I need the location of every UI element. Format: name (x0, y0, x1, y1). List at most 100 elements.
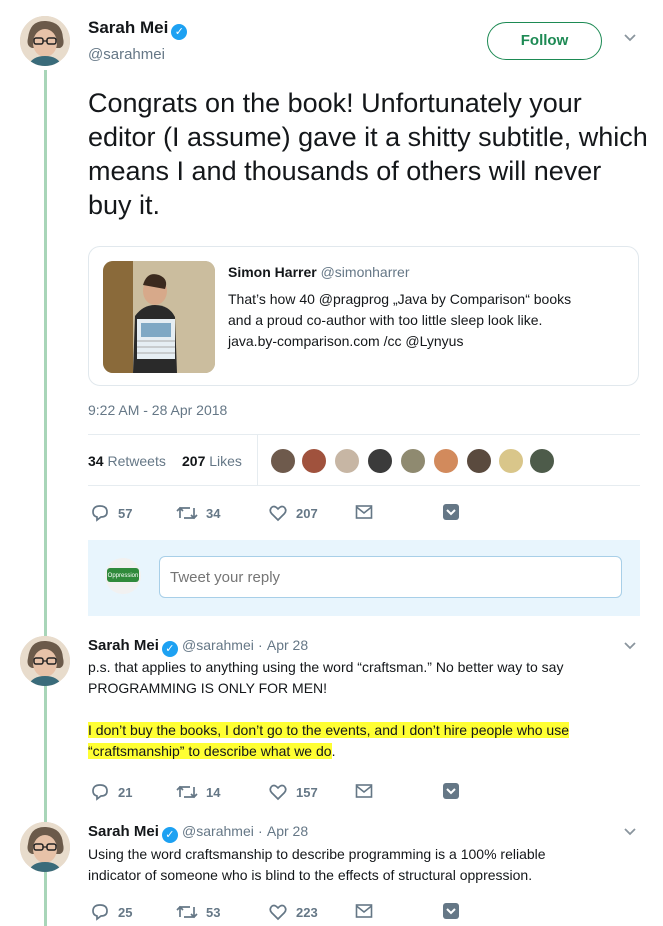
likes-stat[interactable]: 207 Likes (182, 453, 242, 469)
reply-icon (92, 784, 108, 801)
retweet-icon (176, 905, 198, 919)
engagement-stats: 34 Retweets 207 Likes (88, 434, 640, 486)
retweet-icon (176, 506, 198, 520)
retweet-action[interactable]: 14 (176, 782, 220, 802)
reply-action[interactable]: 57 (90, 503, 132, 523)
author-handle[interactable]: @sarahmei (88, 46, 165, 63)
reply-action[interactable]: 25 (90, 902, 132, 922)
quoted-text-line: and a proud co-author with too little sl… (228, 312, 543, 328)
liker-avatar[interactable] (367, 448, 393, 474)
current-user-avatar[interactable]: Oppression (105, 558, 141, 594)
retweet-action[interactable]: 53 (176, 902, 220, 922)
tweet-text: Congrats on the book! Unfortunately your… (88, 88, 648, 220)
retweet-count: 34 (206, 505, 221, 521)
likes-count: 207 (182, 453, 206, 469)
chevron-down-icon[interactable] (622, 638, 638, 659)
verified-badge-icon: ✓ (161, 827, 178, 843)
liker-avatar[interactable] (466, 448, 492, 474)
like-count: 223 (296, 904, 318, 920)
quoted-text-line: That’s how 40 @pragprog „Java by Compari… (228, 291, 572, 307)
reply-text-line: PROGRAMMING IS ONLY FOR MEN! (88, 680, 328, 696)
retweets-label: Retweets (107, 453, 166, 469)
like-action[interactable]: 223 (268, 902, 318, 922)
reply-input[interactable] (159, 556, 622, 598)
reply-text-line: Using the word craftsmanship to describe… (88, 846, 546, 862)
liker-avatar[interactable] (433, 448, 459, 474)
stats-divider (257, 435, 258, 486)
reply-icon (92, 505, 108, 522)
retweet-count: 53 (206, 904, 221, 920)
reply-text: Using the word craftsmanship to describe… (88, 844, 638, 886)
reply-header: Sarah Mei ✓ @sarahmei · Apr 28 (88, 637, 308, 657)
envelope-icon (355, 784, 373, 798)
message-action[interactable] (355, 903, 373, 919)
like-count: 157 (296, 784, 318, 800)
envelope-icon (355, 904, 373, 918)
reply-author-avatar[interactable] (20, 636, 70, 686)
more-action[interactable] (442, 782, 460, 800)
reply-count: 21 (118, 784, 133, 800)
highlighted-line: “craftsmanship” to describe what we do. (88, 741, 638, 762)
separator-dot: · (258, 823, 263, 839)
reply-header: Sarah Mei ✓ @sarahmei · Apr 28 (88, 823, 308, 843)
likes-label: Likes (209, 453, 242, 469)
verified-badge-icon: ✓ (171, 24, 188, 40)
reply-text-line: indicator of someone who is blind to the… (88, 867, 533, 883)
envelope-icon (355, 505, 373, 519)
heart-icon (269, 505, 287, 522)
retweet-count: 14 (206, 784, 221, 800)
highlighted-text: “craftsmanship” to describe what we do (88, 743, 332, 759)
verified-badge-icon: ✓ (161, 641, 178, 657)
reply-author-handle[interactable]: @sarahmei (182, 637, 254, 653)
reply-author-name[interactable]: Sarah Mei (88, 823, 159, 840)
liker-avatar[interactable] (301, 448, 327, 474)
liker-avatar[interactable] (498, 448, 524, 474)
retweets-count: 34 (88, 453, 104, 469)
reply-author-avatar[interactable] (20, 822, 70, 872)
reply-icon (92, 904, 108, 921)
liker-avatar[interactable] (334, 448, 360, 474)
quoted-author-handle: @simonharrer (320, 264, 410, 280)
heart-icon (269, 784, 287, 801)
chevron-down-icon[interactable] (622, 30, 638, 51)
author-name[interactable]: Sarah Mei (88, 18, 168, 37)
quoted-tweet-text: That’s how 40 @pragprog „Java by Compari… (228, 289, 628, 352)
author-header: Sarah Mei ✓ (88, 18, 188, 40)
separator-dot: · (258, 637, 263, 653)
highlighted-line: I don’t buy the books, I don’t go to the… (88, 720, 638, 741)
follow-button[interactable]: Follow (487, 22, 602, 60)
like-action[interactable]: 207 (268, 503, 318, 523)
liker-avatar[interactable] (270, 448, 296, 474)
reply-author-name[interactable]: Sarah Mei (88, 637, 159, 654)
avatar-sticker-text: Oppression (108, 573, 139, 579)
retweets-stat[interactable]: 34 Retweets (88, 453, 166, 469)
reply-date[interactable]: Apr 28 (267, 637, 308, 653)
highlighted-text: I don’t buy the books, I don’t go to the… (88, 722, 569, 738)
reply-date[interactable]: Apr 28 (267, 823, 308, 839)
reply-composer: Oppression (88, 540, 640, 616)
chevron-down-icon[interactable] (622, 824, 638, 845)
tweet-timestamp[interactable]: 9:22 AM - 28 Apr 2018 (88, 402, 227, 418)
reply-text-line: p.s. that applies to anything using the … (88, 659, 564, 675)
like-action[interactable]: 157 (268, 782, 318, 802)
reply-count: 57 (118, 505, 133, 521)
retweet-action[interactable]: 34 (176, 503, 220, 523)
more-action[interactable] (442, 902, 460, 920)
quoted-tweet[interactable]: Simon Harrer @simonharrer That’s how 40 … (88, 246, 639, 386)
more-action[interactable] (442, 503, 460, 521)
heart-icon (269, 904, 287, 921)
quoted-tweet-header: Simon Harrer @simonharrer (228, 264, 410, 280)
reply-author-handle[interactable]: @sarahmei (182, 823, 254, 839)
liker-avatar[interactable] (400, 448, 426, 474)
message-action[interactable] (355, 504, 373, 520)
message-action[interactable] (355, 783, 373, 799)
chevron-box-icon (443, 504, 459, 520)
retweet-icon (176, 785, 198, 799)
thread-connector-line (44, 70, 47, 926)
reply-action[interactable]: 21 (90, 782, 132, 802)
quoted-author-name: Simon Harrer (228, 264, 317, 280)
chevron-box-icon (443, 903, 459, 919)
author-avatar[interactable] (20, 16, 70, 66)
liker-avatar[interactable] (529, 448, 555, 474)
